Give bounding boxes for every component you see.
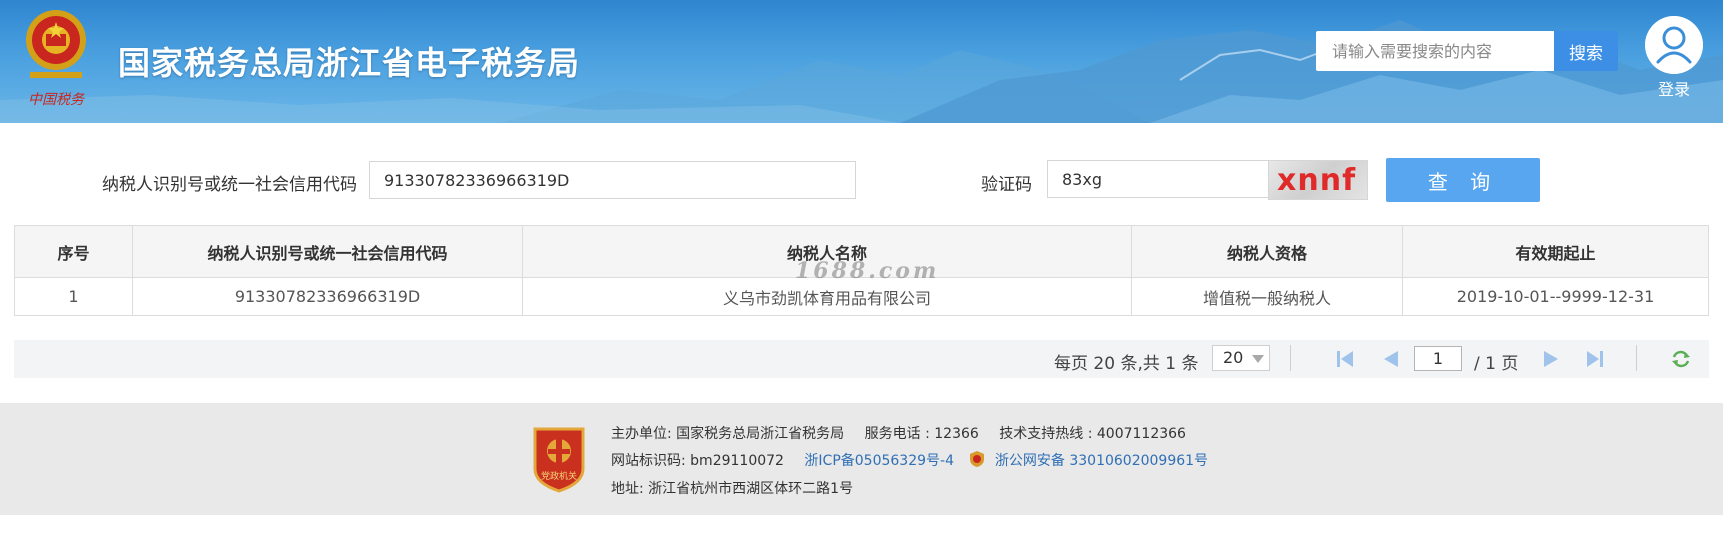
refresh-icon[interactable] xyxy=(1670,348,1692,370)
page-size-value: 20 xyxy=(1223,348,1244,367)
cell-name: 义乌市劲凯体育用品有限公司 xyxy=(522,277,1132,316)
cell-qualification: 增值税一般纳税人 xyxy=(1131,277,1403,316)
footer-line-identifiers: 网站标识码: bm29110072 浙ICP备05056329号-4 浙公网安备… xyxy=(611,450,1208,470)
host-value: 国家税务总局浙江省税务局 xyxy=(676,426,845,442)
site-footer: 党政机关 主办单位: 国家税务总局浙江省税务局 服务电话 : 12366 技术支… xyxy=(0,403,1723,515)
support-value: 4007112366 xyxy=(1096,426,1186,442)
host-label: 主办单位: xyxy=(611,426,672,442)
search-button[interactable]: 搜索 xyxy=(1554,31,1618,71)
column-header-index: 序号 xyxy=(14,225,133,278)
site-title: 国家税务总局浙江省电子税务局 xyxy=(118,44,581,82)
result-table: 序号 纳税人识别号或统一社会信用代码 纳税人名称 纳税人资格 有效期起止 1 9… xyxy=(14,225,1709,316)
police-badge-icon xyxy=(970,451,985,467)
government-agency-badge[interactable]: 党政机关 xyxy=(531,425,587,493)
column-header-qualification: 纳税人资格 xyxy=(1131,225,1403,278)
search-input[interactable] xyxy=(1316,31,1554,71)
login-label: 登录 xyxy=(1657,80,1690,99)
captcha-image-text: xnnf xyxy=(1277,163,1357,198)
divider xyxy=(1636,345,1637,371)
column-header-validity: 有效期起止 xyxy=(1402,225,1709,278)
national-emblem-logo: 中国税务 xyxy=(26,10,86,108)
site-id-label: 网站标识码: xyxy=(611,453,686,469)
login-button[interactable]: 登录 xyxy=(1643,16,1705,99)
page-size-select[interactable]: 20 xyxy=(1212,345,1270,371)
footer-line-host: 主办单位: 国家税务总局浙江省税务局 服务电话 : 12366 技术支持热线 :… xyxy=(611,423,1186,443)
query-form: 纳税人识别号或统一社会信用代码 验证码 xnnf 查 询 xyxy=(0,158,1723,202)
svg-text:中国税务: 中国税务 xyxy=(28,92,85,108)
chevron-down-icon xyxy=(1252,355,1264,363)
site-id-value: bm29110072 xyxy=(690,453,784,469)
captcha-label: 验证码 xyxy=(981,175,1032,195)
first-page-icon[interactable] xyxy=(1334,348,1356,370)
table-row: 1 91330782336966319D 义乌市劲凯体育用品有限公司 增值税一般… xyxy=(14,277,1709,316)
pagination-info: 每页 20 条,共 1 条 xyxy=(1054,354,1199,374)
phone-value: 12366 xyxy=(934,426,979,442)
phone-label: 服务电话 : xyxy=(864,426,935,442)
prev-page-icon[interactable] xyxy=(1380,348,1402,370)
query-button[interactable]: 查 询 xyxy=(1386,158,1540,202)
support-label: 技术支持热线 : xyxy=(999,426,1097,442)
address-value: 浙江省杭州市西湖区体环二路1号 xyxy=(648,481,854,497)
user-icon xyxy=(1645,16,1703,74)
column-header-taxid: 纳税人识别号或统一社会信用代码 xyxy=(132,225,523,278)
cell-validity: 2019-10-01--9999-12-31 xyxy=(1402,277,1709,316)
cell-taxid: 91330782336966319D xyxy=(132,277,523,316)
footer-line-address: 地址: 浙江省杭州市西湖区体环二路1号 xyxy=(611,478,853,498)
taxid-label: 纳税人识别号或统一社会信用代码 xyxy=(102,175,357,195)
police-record-link[interactable]: 浙公网安备 33010602009961号 xyxy=(995,453,1208,469)
last-page-icon[interactable] xyxy=(1584,348,1606,370)
cell-index: 1 xyxy=(14,277,133,316)
captcha-input[interactable] xyxy=(1047,160,1269,198)
divider xyxy=(1290,345,1291,371)
icp-link[interactable]: 浙ICP备05056329号-4 xyxy=(804,453,954,469)
total-pages: / 1 页 xyxy=(1474,354,1519,374)
site-header: 中国税务 国家税务总局浙江省电子税务局 搜索 登录 xyxy=(0,0,1723,123)
current-page-input[interactable] xyxy=(1414,346,1462,371)
captcha-image[interactable]: xnnf xyxy=(1268,160,1368,200)
badge-text: 党政机关 xyxy=(541,470,577,482)
table-header-row: 序号 纳税人识别号或统一社会信用代码 纳税人名称 纳税人资格 有效期起止 xyxy=(14,225,1709,278)
taxid-input[interactable] xyxy=(369,161,856,199)
column-header-name: 纳税人名称 xyxy=(522,225,1132,278)
address-label: 地址: xyxy=(611,481,644,497)
pagination-bar: 每页 20 条,共 1 条 20 / 1 页 xyxy=(14,340,1709,378)
next-page-icon[interactable] xyxy=(1540,348,1562,370)
